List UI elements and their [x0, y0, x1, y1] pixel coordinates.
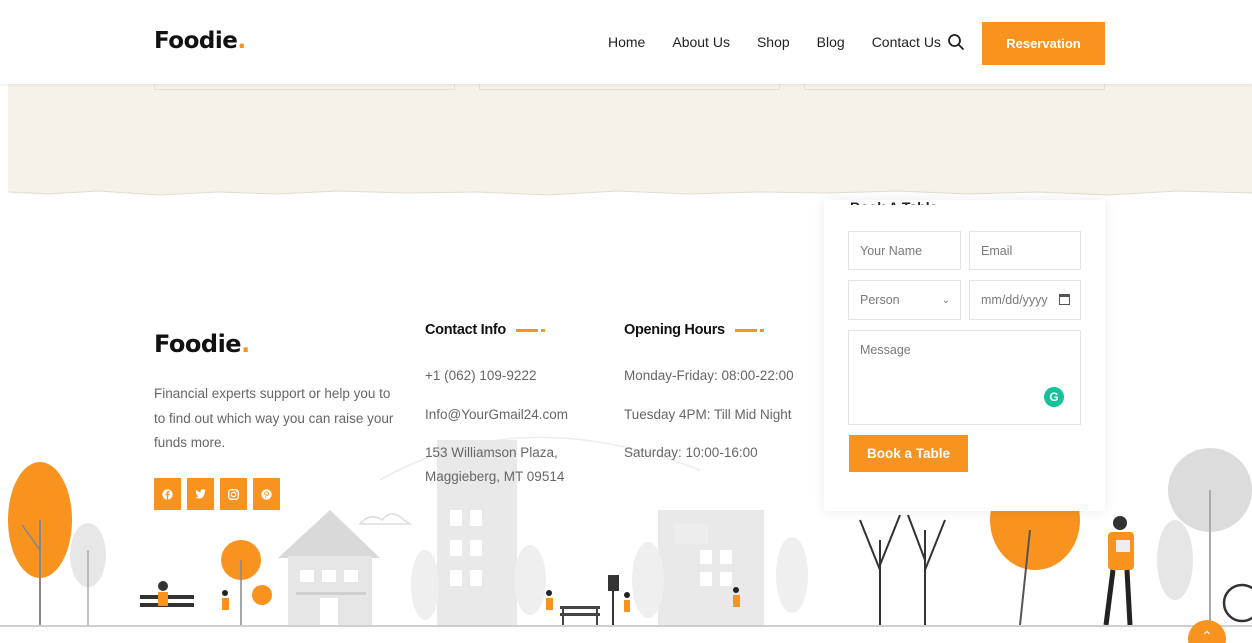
footer-logo[interactable]: Foodie. — [154, 330, 250, 358]
feature-card — [479, 84, 780, 90]
pinterest-icon[interactable] — [253, 478, 280, 510]
contact-info-heading: Contact Info — [425, 322, 545, 338]
search-icon[interactable] — [947, 33, 965, 51]
twitter-icon[interactable] — [187, 478, 214, 510]
nav-shop[interactable]: Shop — [757, 34, 790, 50]
contact-address-line1: 153 Williamson Plaza, — [425, 445, 558, 460]
grammarly-icon[interactable]: G — [1044, 387, 1064, 407]
opening-hours-heading: Opening Hours — [624, 322, 764, 338]
ground-line — [0, 625, 1252, 627]
nav-blog[interactable]: Blog — [817, 34, 845, 50]
person-select[interactable]: Person ⌄ — [848, 280, 961, 320]
book-table-title: Book A Table — [850, 196, 937, 205]
site-logo[interactable]: Foodie. — [154, 28, 246, 54]
nav-home[interactable]: Home — [608, 34, 645, 50]
name-input[interactable]: Your Name — [848, 231, 961, 270]
footer-description: Financial experts support or help you to… — [154, 386, 394, 450]
book-table-form: Book A Table Your Name Email Person⌄ mm/… — [824, 199, 1105, 511]
book-table-button[interactable]: Book a Table — [849, 435, 968, 472]
hours-line: Monday-Friday: 08:00-22:00 — [624, 368, 794, 383]
chevron-up-icon: ⌃ — [1201, 628, 1213, 643]
contact-phone[interactable]: +1 (062) 109-9222 — [425, 364, 536, 388]
facebook-icon[interactable] — [154, 478, 181, 510]
page: Foodie. Home About Us Shop Blog Contact … — [0, 0, 1252, 643]
social-links — [154, 478, 280, 510]
feature-card — [154, 84, 455, 90]
instagram-icon[interactable] — [220, 478, 247, 510]
date-input[interactable]: mm/dd/yyyy — [969, 280, 1081, 320]
reservation-button[interactable]: Reservation — [982, 22, 1105, 65]
feature-card — [804, 84, 1105, 90]
hours-line: Tuesday 4PM: Till Mid Night — [624, 407, 792, 422]
site-header: Foodie. Home About Us Shop Blog Contact … — [0, 0, 1252, 84]
nav-about-us[interactable]: About Us — [672, 34, 730, 50]
nav-contact-us[interactable]: Contact Us — [872, 34, 941, 50]
contact-address-line2: Maggieberg, MT 09514 — [425, 469, 565, 484]
email-input[interactable]: Email — [969, 231, 1081, 270]
contact-email[interactable]: Info@YourGmail24.com — [425, 403, 568, 427]
message-textarea[interactable]: Message — [848, 330, 1081, 425]
hours-line: Saturday: 10:00-16:00 — [624, 445, 758, 460]
chevron-down-icon: ⌄ — [941, 295, 950, 306]
calendar-icon[interactable] — [1059, 294, 1070, 305]
main-nav: Home About Us Shop Blog Contact Us — [608, 34, 968, 50]
